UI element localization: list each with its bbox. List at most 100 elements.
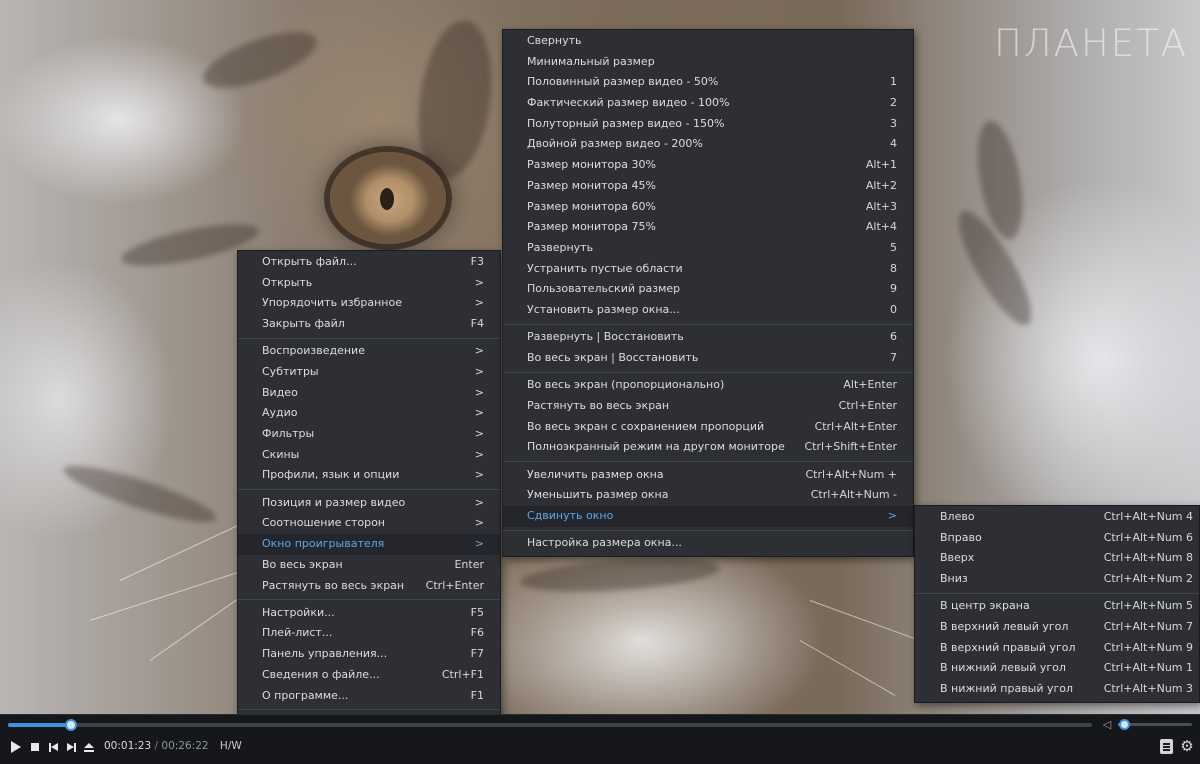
menu-item-shortcut: 0 bbox=[890, 302, 897, 316]
window-menu-item[interactable]: Во весь экран | Восстановить 7 bbox=[503, 348, 913, 369]
main-menu-item[interactable]: Открыть файл... F3 bbox=[238, 252, 500, 273]
total-time: 00:26:22 bbox=[161, 740, 209, 752]
window-menu-item[interactable]: Растянуть во весь экран Ctrl+Enter bbox=[503, 396, 913, 417]
main-menu-item[interactable]: Во весь экран Enter bbox=[238, 555, 500, 576]
previous-icon bbox=[48, 742, 58, 752]
menu-separator bbox=[915, 590, 1199, 597]
menu-item-label: В нижний правый угол bbox=[940, 682, 1074, 696]
window-menu-item[interactable]: Фактический размер видео - 100% 2 bbox=[503, 93, 913, 114]
menu-item-label: Упорядочить избранное bbox=[262, 296, 402, 310]
eject-button[interactable] bbox=[80, 739, 98, 755]
play-button[interactable] bbox=[7, 739, 25, 755]
move-menu-item[interactable]: В верхний левый угол Ctrl+Alt+Num 7 bbox=[915, 617, 1199, 638]
main-menu-item[interactable]: Видео > bbox=[238, 383, 500, 404]
window-menu-item[interactable]: Полноэкранный режим на другом мониторе Ct… bbox=[503, 437, 913, 458]
window-menu-item[interactable]: Размер монитора 60% Alt+3 bbox=[503, 197, 913, 218]
menu-item-label: Уменьшить размер окна bbox=[527, 488, 669, 502]
main-menu-item[interactable]: Воспроизведение > bbox=[238, 341, 500, 362]
move-menu-item[interactable]: Влево Ctrl+Alt+Num 4 bbox=[915, 507, 1199, 528]
volume-slider[interactable] bbox=[1118, 719, 1192, 730]
previous-button[interactable] bbox=[44, 739, 62, 755]
window-menu-item[interactable]: Размер монитора 30% Alt+1 bbox=[503, 155, 913, 176]
menu-separator bbox=[238, 596, 500, 603]
gear-icon[interactable]: ⚙ bbox=[1179, 737, 1195, 755]
main-menu-item[interactable]: Соотношение сторон > bbox=[238, 513, 500, 534]
menu-item-label: Вправо bbox=[940, 530, 982, 544]
main-menu-item[interactable]: Плей-лист... F6 bbox=[238, 623, 500, 644]
window-menu-item[interactable]: Устранить пустые области 8 bbox=[503, 259, 913, 280]
window-menu-item[interactable]: Уменьшить размер окна Ctrl+Alt+Num - bbox=[503, 485, 913, 506]
window-menu-item[interactable]: Увеличить размер окна Ctrl+Alt+Num + bbox=[503, 465, 913, 486]
window-menu-item[interactable]: Пользовательский размер 9 bbox=[503, 279, 913, 300]
control-bar: ◁ 00:01:23 / 00:26:22 H/W ⚙ bbox=[0, 714, 1200, 764]
volume-handle[interactable] bbox=[1118, 719, 1130, 730]
main-menu-item[interactable]: Аудио > bbox=[238, 403, 500, 424]
move-menu-item[interactable]: В нижний левый угол Ctrl+Alt+Num 1 bbox=[915, 658, 1199, 679]
menu-item-label: Двойной размер видео - 200% bbox=[527, 137, 703, 151]
seek-bar[interactable] bbox=[8, 719, 1092, 731]
window-menu-item[interactable]: Во весь экран (пропорционально) Alt+Enter bbox=[503, 375, 913, 396]
context-menu-main: Открыть файл... F3 Открыть > Упорядочить изб… bbox=[237, 250, 501, 737]
next-button[interactable] bbox=[62, 739, 80, 755]
submenu-player-window: Свернуть Минимальный размер Половинный раз… bbox=[502, 29, 914, 557]
time-separator: / bbox=[154, 740, 159, 752]
window-menu-item[interactable]: Развернуть | Восстановить 6 bbox=[503, 327, 913, 348]
hw-decoder-badge[interactable]: H/W bbox=[220, 740, 242, 752]
window-menu-item[interactable]: Во весь экран с сохранением пропорций Ctr… bbox=[503, 417, 913, 438]
window-menu-item[interactable]: Полуторный размер видео - 150% 3 bbox=[503, 114, 913, 135]
main-menu-item[interactable]: Открыть > bbox=[238, 273, 500, 294]
menu-item-label: Закрыть файл bbox=[262, 317, 345, 331]
volume-icon[interactable]: ◁ bbox=[1100, 718, 1114, 732]
window-menu-item[interactable]: Размер монитора 75% Alt+4 bbox=[503, 217, 913, 238]
move-menu-item[interactable]: Вправо Ctrl+Alt+Num 6 bbox=[915, 528, 1199, 549]
move-menu-item[interactable]: В нижний правый угол Ctrl+Alt+Num 3 bbox=[915, 679, 1199, 700]
window-menu-item[interactable]: Размер монитора 45% Alt+2 bbox=[503, 176, 913, 197]
menu-item-label: Во весь экран (пропорционально) bbox=[527, 378, 725, 392]
main-menu-item[interactable]: Закрыть файл F4 bbox=[238, 314, 500, 335]
menu-item-shortcut: Enter bbox=[454, 557, 484, 571]
move-menu-item[interactable]: В верхний правый угол Ctrl+Alt+Num 9 bbox=[915, 638, 1199, 659]
menu-item-label: В верхний правый угол bbox=[940, 640, 1076, 654]
main-menu-item[interactable]: Растянуть во весь экран Ctrl+Enter bbox=[238, 576, 500, 597]
main-menu-item[interactable]: Субтитры > bbox=[238, 362, 500, 383]
channel-watermark: ПЛАНЕТА ЗЕМ bbox=[994, 22, 1200, 65]
menu-item-shortcut: Ctrl+Alt+Num 8 bbox=[1103, 551, 1193, 565]
menu-item-shortcut: F4 bbox=[470, 317, 484, 331]
main-menu-item[interactable]: Позиция и размер видео > bbox=[238, 493, 500, 514]
main-menu-item[interactable]: Панель управления... F7 bbox=[238, 644, 500, 665]
window-menu-item[interactable]: Минимальный размер bbox=[503, 52, 913, 73]
window-menu-item[interactable]: Развернуть 5 bbox=[503, 238, 913, 259]
main-menu-item[interactable]: Фильтры > bbox=[238, 424, 500, 445]
submenu-arrow-icon: > bbox=[474, 275, 484, 289]
window-menu-item[interactable]: Двойной размер видео - 200% 4 bbox=[503, 134, 913, 155]
menu-separator bbox=[238, 706, 500, 713]
main-menu-item[interactable]: О программе... F1 bbox=[238, 686, 500, 707]
menu-item-shortcut: Ctrl+Shift+Enter bbox=[804, 440, 897, 454]
main-menu-item[interactable]: Упорядочить избранное > bbox=[238, 293, 500, 314]
main-menu-item[interactable]: Окно проигрывателя > bbox=[238, 534, 500, 555]
window-menu-item[interactable]: Свернуть bbox=[503, 31, 913, 52]
menu-item-label: В верхний левый угол bbox=[940, 620, 1069, 634]
seek-handle[interactable] bbox=[64, 719, 77, 731]
menu-item-label: Видео bbox=[262, 385, 298, 399]
playlist-button[interactable] bbox=[1160, 739, 1173, 754]
window-menu-item[interactable]: Половинный размер видео - 50% 1 bbox=[503, 72, 913, 93]
window-menu-item[interactable]: Сдвинуть окно > bbox=[503, 505, 913, 527]
stop-button[interactable] bbox=[26, 739, 44, 755]
move-menu-item[interactable]: В центр экрана Ctrl+Alt+Num 5 bbox=[915, 596, 1199, 617]
main-menu-item[interactable]: Профили, язык и опции > bbox=[238, 465, 500, 486]
move-menu-item[interactable]: Вверх Ctrl+Alt+Num 8 bbox=[915, 548, 1199, 569]
move-menu-item[interactable]: Вниз Ctrl+Alt+Num 2 bbox=[915, 569, 1199, 590]
menu-item-shortcut: F5 bbox=[470, 605, 484, 619]
menu-item-label: Размер монитора 60% bbox=[527, 199, 656, 213]
window-menu-item[interactable]: Установить размер окна... 0 bbox=[503, 300, 913, 321]
menu-item-label: Растянуть во весь экран bbox=[262, 578, 405, 592]
main-menu-item[interactable]: Скины > bbox=[238, 445, 500, 466]
menu-item-shortcut: F7 bbox=[470, 647, 484, 661]
menu-item-label: Воспроизведение bbox=[262, 344, 365, 358]
menu-item-label: Устранить пустые области bbox=[527, 261, 683, 275]
main-menu-item[interactable]: Настройки... F5 bbox=[238, 603, 500, 624]
menu-item-label: Аудио bbox=[262, 406, 298, 420]
main-menu-item[interactable]: Сведения о файле... Ctrl+F1 bbox=[238, 665, 500, 686]
window-menu-item[interactable]: Настройка размера окна... bbox=[503, 533, 913, 554]
